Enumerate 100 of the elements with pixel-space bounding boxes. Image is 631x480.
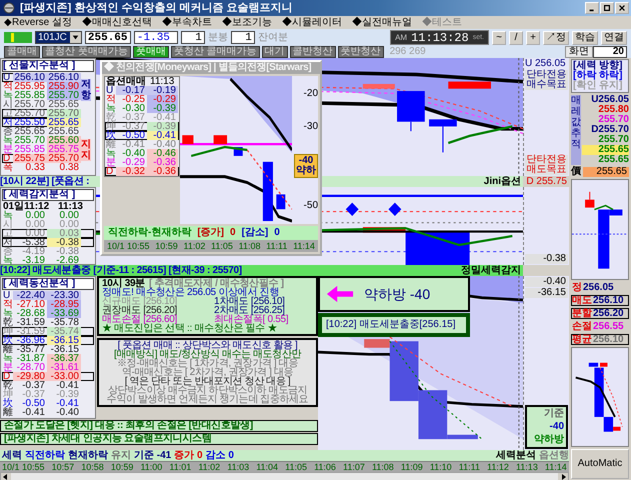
row-value: -5.38 xyxy=(21,238,46,247)
row-value: 255.65 xyxy=(47,127,80,136)
price-field[interactable]: 255.65 xyxy=(84,31,131,44)
row-value: 255.95 xyxy=(13,82,46,91)
row-value: -0.39 xyxy=(55,390,80,399)
row-value: -31.59 xyxy=(16,318,46,327)
order-value: 256.10 xyxy=(593,334,624,344)
row-value: -33.69 xyxy=(47,309,81,318)
horizontal-scrollbar[interactable] xyxy=(0,472,569,480)
toolbar-button[interactable]: ~ xyxy=(492,30,506,44)
row-value: -0.36 xyxy=(147,158,178,167)
interval-field[interactable]: 1 xyxy=(180,31,205,44)
base-text: 약하방 xyxy=(534,435,564,445)
row-value: -0.41 xyxy=(55,399,80,408)
row-label: 분 xyxy=(2,145,13,154)
signal-tag: 콜청산 풋매매가능 xyxy=(42,46,131,58)
row-label: 고 xyxy=(2,109,13,118)
row-label: 坎 xyxy=(2,399,13,408)
row-value: 255.75 xyxy=(13,154,47,163)
row-value: 255.85 xyxy=(13,145,46,154)
row-value: -0.41 xyxy=(121,140,146,149)
row-value: -0.17 xyxy=(116,86,147,95)
guide-text: [ 풋옵션 매매 :: 상단박스와 매도신호 활용 ] xyxy=(118,341,298,350)
menu-item[interactable]: ◆부속차트 xyxy=(162,16,212,28)
menu-item[interactable]: ◆Reverse 설정 xyxy=(4,16,72,28)
toolbar-button[interactable]: 학습 xyxy=(572,30,598,44)
maximize-button[interactable] xyxy=(600,2,614,14)
menu-item[interactable]: ◆시뮬레이터 xyxy=(282,16,342,28)
toolbar-button[interactable]: ↗정 xyxy=(543,30,569,44)
status-text: 감소 0 xyxy=(206,450,234,461)
remaining-field[interactable]: 1 xyxy=(230,31,255,44)
time-label: 10:58 xyxy=(81,462,104,472)
change-field[interactable]: -1.35 xyxy=(134,31,178,44)
order-label: 분할 xyxy=(572,308,592,318)
row-value: 256.10 xyxy=(13,73,47,82)
candle xyxy=(262,162,273,222)
signal-tag: 풋반청산 xyxy=(338,46,384,58)
toolbar-button[interactable]: 연결 xyxy=(601,30,627,44)
row-value: -36.15 xyxy=(50,345,80,354)
row-value: 0.00 xyxy=(26,229,46,238)
side-tag: 지지 xyxy=(81,139,91,161)
guide-text: ※정-매매신호는 [ 1차가격, 권장가격 ] 대응 xyxy=(117,359,298,368)
guide-text: 수익이 발생하면 언제든지 챙기는데 집중하세요 xyxy=(106,395,310,404)
column-header: 11:13 xyxy=(150,77,174,86)
row-label: 녹 xyxy=(2,211,13,220)
row-value: -0.40 xyxy=(55,408,80,417)
advice-text: 1차매도 [256.10] xyxy=(214,297,285,306)
caret-icon xyxy=(70,32,81,43)
row-value: 255.70 xyxy=(47,109,81,118)
row-label: 녹 xyxy=(2,136,13,145)
status-message: [10시 22분] [풋옵션 : xyxy=(0,176,90,187)
row-label: U xyxy=(105,86,114,95)
row-value: -35.74 xyxy=(47,327,81,336)
toolbar-button[interactable]: + xyxy=(526,30,540,44)
row-value: -28.68 xyxy=(16,309,46,318)
time-label: 11:13 xyxy=(516,462,538,472)
row-value: -0.29 xyxy=(147,95,178,104)
advice-text: 2차매도 [256.25] xyxy=(214,306,285,315)
trace-label: 매레값추적 xyxy=(571,95,581,165)
toolbar-button[interactable]: / xyxy=(509,30,523,44)
dashed-level-line xyxy=(572,234,628,235)
base-text: -40 xyxy=(550,422,564,432)
row-label: 고 xyxy=(2,229,13,238)
target-label: 단타전용 매수목표 xyxy=(525,70,568,90)
field-label: 분봉 xyxy=(208,32,228,44)
row-label: 분 xyxy=(105,158,116,167)
status-text: 0 xyxy=(230,228,236,238)
row-value: -0.50 xyxy=(121,131,146,140)
row-value: -0.25 xyxy=(121,95,146,104)
row-label: 녹 xyxy=(105,149,116,158)
row-value: -0.39 xyxy=(147,122,178,131)
row-value: -0.40 xyxy=(121,149,146,158)
row-label: 離 xyxy=(105,140,116,149)
column-header: 옵션매매 xyxy=(105,77,147,86)
symbol-dropdown[interactable]: 101JC xyxy=(35,31,82,44)
time-label: 11:07 xyxy=(343,462,365,472)
signal-message: [10:22] 매도세분출중[256.15] xyxy=(318,313,470,337)
menu-item[interactable]: ◆보조기능 xyxy=(222,16,272,28)
menu-item[interactable]: ◆매매신호선택 xyxy=(82,16,152,28)
row-value: -0.37 xyxy=(121,122,146,131)
minimize-button[interactable] xyxy=(585,2,599,14)
row-value: -0.19 xyxy=(147,86,178,95)
panel-title: [ 세력동선분석 ] xyxy=(2,278,94,290)
candle xyxy=(214,135,228,144)
row-value: 255.70 xyxy=(13,109,46,118)
row-label: D xyxy=(105,167,114,176)
row-value: -0.39 xyxy=(147,104,178,113)
advice-text: 권장매도 [256.20] xyxy=(102,306,178,315)
row-value: 255.65 xyxy=(47,100,80,109)
screen-label: 화면 xyxy=(565,46,593,58)
automatic-button[interactable]: AutoMatic xyxy=(571,449,629,479)
row-label: 離 xyxy=(2,408,13,417)
row-value: -35.77 xyxy=(16,345,46,354)
menu-item[interactable]: ◆실전매뉴얼 xyxy=(352,16,412,28)
notice-banner: [파생지존] 차세대 인공지능 요술램프지니시스템 xyxy=(0,433,318,445)
row-value: 0.00 xyxy=(58,220,80,229)
close-button[interactable] xyxy=(615,2,629,14)
trend-text: 약하방 -40 xyxy=(364,286,430,302)
status-text: 0 xyxy=(274,228,280,238)
row-value: 0.33 xyxy=(24,163,46,172)
